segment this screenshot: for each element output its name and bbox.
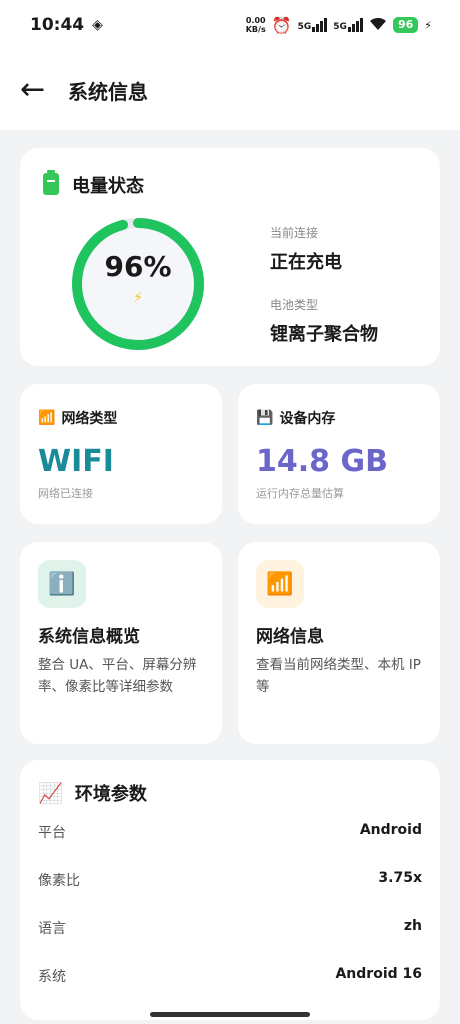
device-memory-subtitle: 运行内存总量估算 [256, 487, 344, 500]
device-memory-title: 设备内存 [279, 411, 336, 427]
wifi-icon [369, 16, 387, 35]
alarm-icon: ⏰ [271, 15, 292, 35]
clock: 10:44 [30, 15, 85, 35]
env-row-platform: 平台 Android [38, 822, 422, 842]
environment-header: 📈 环境参数 [38, 780, 147, 806]
env-row-value: 3.75x [378, 870, 422, 886]
page-title: 系统信息 [68, 79, 148, 104]
home-indicator[interactable] [150, 1012, 310, 1017]
info-icon: ℹ️ [38, 560, 86, 608]
net-speed: 0.00 KB/s [246, 16, 266, 34]
env-row-value: Android 16 [335, 966, 422, 982]
device-memory-card: 💾 设备内存 14.8 GB 运行内存总量估算 [238, 384, 440, 524]
network-info-title: 网络信息 [256, 627, 324, 647]
signal-icon: 5G [298, 18, 328, 32]
signal-icon: 5G [333, 18, 363, 32]
battery-icon [42, 170, 60, 200]
env-row-language: 语言 zh [38, 918, 422, 938]
app-bar: ← 系统信息 [0, 50, 460, 130]
device-memory-header: 💾 设备内存 [256, 408, 335, 428]
env-row-value: Android [359, 822, 422, 838]
network-type-title: 网络类型 [61, 411, 118, 427]
env-row-pixel-ratio: 像素比 3.75x [38, 870, 422, 890]
battery-card-header: 电量状态 [42, 170, 144, 200]
trend-chart-icon: 📈 [38, 781, 63, 805]
network-type-value: WIFI [38, 444, 114, 479]
signal-label: 5G [297, 22, 312, 32]
env-row-label: 系统 [38, 969, 66, 985]
connection-label: 当前连接 [270, 226, 319, 240]
status-left: 10:44 ◈ [30, 15, 103, 35]
signal-bars-icon: 📶 [38, 410, 56, 426]
battery-type-label: 电池类型 [270, 298, 319, 312]
env-row-label: 像素比 [38, 873, 80, 889]
network-type-subtitle: 网络已连接 [38, 487, 93, 500]
battery-percent: 96% [104, 250, 172, 283]
charging-icon: ⚡ [424, 18, 432, 32]
battery-indicator: 96 [392, 17, 419, 33]
env-row-label: 语言 [38, 921, 66, 937]
battery-ring [72, 218, 204, 350]
net-speed-value: 0.00 [245, 16, 266, 25]
env-row-label: 平台 [38, 825, 66, 841]
status-right: 0.00 KB/s ⏰ 5G 5G 96 ⚡ [246, 16, 432, 35]
status-bar: 10:44 ◈ 0.00 KB/s ⏰ 5G 5G 96 ⚡ [0, 0, 460, 50]
system-overview-title: 系统信息概览 [38, 627, 140, 647]
back-arrow-icon[interactable]: ← [20, 75, 68, 105]
network-type-card: 📶 网络类型 WIFI 网络已连接 [20, 384, 222, 524]
notification-icon: ◈ [92, 17, 103, 33]
env-row-value: zh [403, 918, 422, 934]
battery-type-value: 锂离子聚合物 [270, 324, 378, 345]
battery-card-title: 电量状态 [72, 176, 144, 197]
env-row-system: 系统 Android 16 [38, 966, 422, 986]
connection-value: 正在充电 [270, 252, 342, 273]
device-memory-value: 14.8 GB [256, 444, 388, 479]
system-overview-tile[interactable]: ℹ️ 系统信息概览 整合 UA、平台、屏幕分辨率、像素比等详细参数 [20, 542, 222, 744]
system-overview-desc: 整合 UA、平台、屏幕分辨率、像素比等详细参数 [38, 657, 197, 695]
battery-status-card: 电量状态 96% ⚡ 当前连接 正在充电 电池类型 锂离子聚合物 [20, 148, 440, 366]
network-info-desc: 查看当前网络类型、本机 IP 等 [256, 657, 421, 695]
environment-title: 环境参数 [74, 784, 147, 805]
environment-card: 📈 环境参数 平台 Android 像素比 3.75x 语言 zh 系统 And… [20, 760, 440, 1020]
net-speed-unit: KB/s [245, 25, 266, 34]
floppy-disk-icon: 💾 [256, 410, 274, 426]
network-type-header: 📶 网络类型 [38, 408, 117, 428]
signal-bars-icon: 📶 [256, 560, 304, 608]
signal-label: 5G [333, 22, 347, 32]
charging-bolt-icon: ⚡ [133, 290, 143, 306]
network-info-tile[interactable]: 📶 网络信息 查看当前网络类型、本机 IP 等 [238, 542, 440, 744]
